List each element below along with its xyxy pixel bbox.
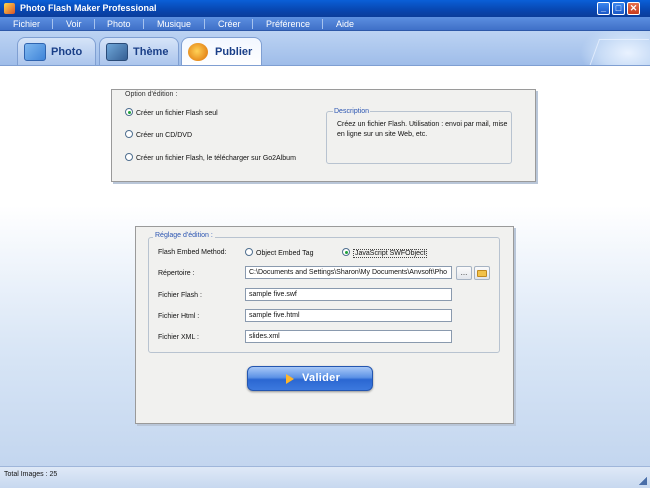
decorative-lines: [588, 39, 650, 65]
radio-button[interactable]: [125, 130, 133, 138]
menu-separator: [252, 19, 253, 29]
radio-cd-dvd-label: Créer un CD/DVD: [136, 132, 193, 139]
close-button[interactable]: ✕: [627, 2, 640, 15]
folder-icon: [477, 270, 487, 277]
app-icon: [4, 3, 15, 14]
radio-object-embed-tag[interactable]: Object Embed Tag: [245, 248, 313, 258]
xml-file-input[interactable]: slides.xml: [245, 330, 452, 343]
menu-separator: [322, 19, 323, 29]
minimize-button[interactable]: _: [597, 2, 610, 15]
menu-separator: [52, 19, 53, 29]
edit-settings-legend: Réglage d'édition :: [153, 232, 215, 239]
tab-publier-label: Publier: [215, 46, 253, 58]
title-bar: Photo Flash Maker Professional _ □ ✕: [0, 0, 650, 17]
radio-swfobject-label: JavaScript SWFObject: [353, 249, 428, 258]
play-icon: [286, 374, 294, 384]
menu-musique[interactable]: Musique: [157, 18, 191, 30]
photo-icon: [24, 43, 46, 61]
directory-input[interactable]: C:\Documents and Settings\Sharon\My Docu…: [245, 266, 452, 279]
html-file-input[interactable]: sample five.html: [245, 309, 452, 322]
radio-go2album[interactable]: Créer un fichier Flash, le télécharger s…: [125, 153, 296, 163]
window-title: Photo Flash Maker Professional: [20, 3, 157, 13]
valider-label: Valider: [302, 372, 341, 384]
radio-button-checked[interactable]: [342, 248, 350, 256]
tab-bar: Photo Thème Publier: [0, 31, 650, 66]
menu-bar: Fichier Voir Photo Musique Créer Préfére…: [0, 17, 650, 31]
theme-icon: [106, 43, 128, 61]
menu-fichier[interactable]: Fichier: [13, 18, 40, 30]
tab-theme-label: Thème: [133, 46, 169, 58]
maximize-button[interactable]: □: [612, 2, 625, 15]
flash-file-input[interactable]: sample five.swf: [245, 288, 452, 301]
radio-button[interactable]: [125, 153, 133, 161]
tab-photo[interactable]: Photo: [17, 37, 96, 65]
flash-embed-method-label: Flash Embed Method:: [158, 249, 227, 256]
menu-separator: [204, 19, 205, 29]
radio-object-embed-label: Object Embed Tag: [256, 250, 314, 257]
flash-file-label: Fichier Flash :: [158, 292, 202, 299]
menu-aide[interactable]: Aide: [336, 18, 354, 30]
open-folder-button[interactable]: [474, 266, 490, 280]
radio-cd-dvd[interactable]: Créer un CD/DVD: [125, 130, 192, 140]
tab-photo-label: Photo: [51, 46, 83, 58]
menu-voir[interactable]: Voir: [66, 18, 82, 30]
radio-button-checked[interactable]: [125, 108, 133, 116]
tab-publier[interactable]: Publier: [181, 37, 262, 65]
menu-separator: [94, 19, 95, 29]
status-bar: Total Images : 25: [0, 466, 650, 488]
description-text: Créez un fichier Flash. Utilisation : en…: [337, 121, 508, 138]
radio-swfobject[interactable]: JavaScript SWFObject: [342, 248, 428, 258]
description-title: Description: [333, 108, 371, 115]
menu-preference[interactable]: Préférence: [266, 18, 310, 30]
directory-label: Répertoire :: [158, 270, 195, 277]
valider-button[interactable]: Valider: [247, 366, 373, 391]
tab-theme[interactable]: Thème: [99, 37, 179, 65]
publish-icon: [188, 43, 208, 61]
resize-grip-icon[interactable]: [639, 477, 647, 485]
radio-go2album-label: Créer un fichier Flash, le télécharger s…: [136, 155, 296, 162]
xml-file-label: Fichier XML :: [158, 334, 199, 341]
edit-option-legend: Option d'édition :: [123, 91, 180, 98]
html-file-label: Fichier Html :: [158, 313, 200, 320]
radio-flash-only-label: Créer un fichier Flash seul: [136, 110, 218, 117]
menu-creer[interactable]: Créer: [218, 18, 241, 30]
total-images-text: Total Images : 25: [4, 471, 58, 478]
menu-separator: [143, 19, 144, 29]
radio-button[interactable]: [245, 248, 253, 256]
menu-photo[interactable]: Photo: [107, 18, 131, 30]
browse-button[interactable]: ...: [456, 266, 472, 280]
radio-flash-only[interactable]: Créer un fichier Flash seul: [125, 108, 218, 118]
